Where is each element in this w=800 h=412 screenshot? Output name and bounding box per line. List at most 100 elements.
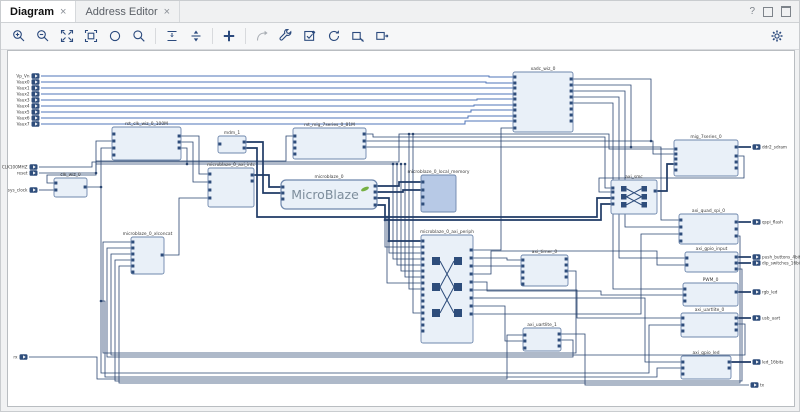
block-pin[interactable] — [251, 180, 254, 183]
block-pin[interactable] — [681, 361, 684, 364]
block-pin[interactable] — [513, 127, 516, 130]
block-body[interactable] — [679, 214, 738, 244]
block-pin[interactable] — [521, 265, 524, 268]
block-pin[interactable] — [521, 283, 524, 286]
block-pin[interactable] — [513, 93, 516, 96]
block-pin[interactable] — [208, 173, 211, 176]
block-pin[interactable] — [281, 186, 284, 189]
block-pin[interactable] — [521, 277, 524, 280]
block-pin[interactable] — [161, 254, 164, 257]
block-pin[interactable] — [523, 347, 526, 350]
block-pin[interactable] — [674, 158, 677, 161]
port-qspi_flash[interactable]: qspi_flash — [753, 219, 784, 225]
block-body[interactable] — [674, 140, 738, 176]
block-pin[interactable] — [565, 276, 568, 279]
block-pin[interactable] — [470, 273, 473, 276]
block-pin[interactable] — [570, 120, 573, 123]
block-pin[interactable] — [735, 146, 738, 149]
block-pin[interactable] — [421, 276, 424, 279]
block-pin[interactable] — [363, 146, 366, 149]
port-Vaux6[interactable]: Vaux6 — [17, 115, 40, 121]
block-pin[interactable] — [421, 294, 424, 297]
block-pin[interactable] — [570, 78, 573, 81]
block-pin[interactable] — [735, 329, 738, 332]
block-pin[interactable] — [281, 198, 284, 201]
block-design-canvas[interactable]: clk_wiz_0rst_clk_wiz_0_100Mmdm_1rst_mig_… — [1, 1, 800, 412]
block-pin[interactable] — [421, 181, 424, 184]
block-pin[interactable] — [421, 312, 424, 315]
block-mig_7series_0[interactable]: mig_7series_0 — [674, 134, 738, 176]
block-pin[interactable] — [374, 185, 377, 188]
block-body[interactable] — [611, 180, 657, 214]
block-pin[interactable] — [421, 330, 424, 333]
block-pin[interactable] — [681, 324, 684, 327]
block-pin[interactable] — [421, 252, 424, 255]
block-pin[interactable] — [570, 102, 573, 105]
block-pin[interactable] — [611, 187, 614, 190]
block-pin[interactable] — [131, 247, 134, 250]
block-pin[interactable] — [679, 240, 682, 243]
block-rst_clk_wiz_0_100M[interactable]: rst_clk_wiz_0_100M — [112, 121, 181, 160]
block-pin[interactable] — [735, 235, 738, 238]
block-body[interactable] — [421, 235, 473, 343]
block-pin[interactable] — [131, 271, 134, 274]
block-pin[interactable] — [374, 191, 377, 194]
block-body[interactable] — [293, 128, 366, 159]
block-pin[interactable] — [470, 313, 473, 316]
block-body[interactable] — [513, 72, 573, 132]
block-rst_mig_7series_0_81M[interactable]: rst_mig_7series_0_81M — [293, 122, 366, 159]
block-pin[interactable] — [735, 291, 738, 294]
block-pin[interactable] — [131, 259, 134, 262]
block-pin[interactable] — [421, 258, 424, 261]
block-pin[interactable] — [112, 140, 115, 143]
port-push_buttons_4bits[interactable]: push_buttons_4bits — [753, 254, 800, 260]
port-Vaux0[interactable]: Vaux0 — [17, 79, 40, 85]
block-pin[interactable] — [681, 373, 684, 376]
port-Vaux2[interactable]: Vaux2 — [17, 91, 40, 97]
block-pin[interactable] — [735, 161, 738, 164]
block-pin[interactable] — [565, 270, 568, 273]
block-pin[interactable] — [421, 240, 424, 243]
block-pin[interactable] — [735, 268, 738, 271]
block-pin[interactable] — [674, 148, 677, 151]
block-pin[interactable] — [513, 98, 516, 101]
port-Vaux1[interactable]: Vaux1 — [17, 85, 40, 91]
block-axi_timer_0[interactable]: axi_timer_0 — [521, 249, 568, 286]
block-pin[interactable] — [728, 367, 731, 370]
port-usb_uart[interactable]: usb_uart — [753, 315, 781, 321]
block-pin[interactable] — [513, 76, 516, 79]
block-body[interactable] — [521, 255, 568, 286]
port-ddr2_sdram[interactable]: ddr2_sdram — [753, 144, 788, 150]
port-Vaux5[interactable]: Vaux5 — [17, 109, 40, 115]
block-pin[interactable] — [374, 204, 377, 207]
block-pin[interactable] — [208, 189, 211, 192]
block-body[interactable] — [112, 127, 181, 160]
block-pin[interactable] — [654, 190, 657, 193]
block-pin[interactable] — [735, 323, 738, 326]
block-axi_smc[interactable]: axi_smc — [611, 174, 657, 214]
block-pin[interactable] — [683, 288, 686, 291]
block-pin[interactable] — [735, 221, 738, 224]
block-pin[interactable] — [521, 271, 524, 274]
block-pin[interactable] — [421, 264, 424, 267]
block-pin[interactable] — [685, 264, 688, 267]
block-pin[interactable] — [243, 141, 246, 144]
block-pin[interactable] — [728, 361, 731, 364]
block-pin[interactable] — [513, 87, 516, 90]
port-led_16bits[interactable]: led_16bits — [753, 359, 784, 365]
block-body[interactable] — [54, 178, 87, 197]
port-Vaux4[interactable]: Vaux4 — [17, 103, 40, 109]
block-pin[interactable] — [112, 154, 115, 157]
block-microblaze_0_axi_periph[interactable]: microblaze_0_axi_periph — [420, 229, 474, 343]
block-pin[interactable] — [208, 197, 211, 200]
block-pin[interactable] — [565, 258, 568, 261]
block-pin[interactable] — [218, 143, 221, 146]
block-pin[interactable] — [570, 114, 573, 117]
block-body[interactable] — [681, 313, 738, 337]
block-pin[interactable] — [470, 305, 473, 308]
block-pin[interactable] — [251, 174, 254, 177]
block-body[interactable] — [685, 252, 738, 272]
block-pin[interactable] — [470, 265, 473, 268]
block-pin[interactable] — [679, 226, 682, 229]
block-pin[interactable] — [611, 197, 614, 200]
